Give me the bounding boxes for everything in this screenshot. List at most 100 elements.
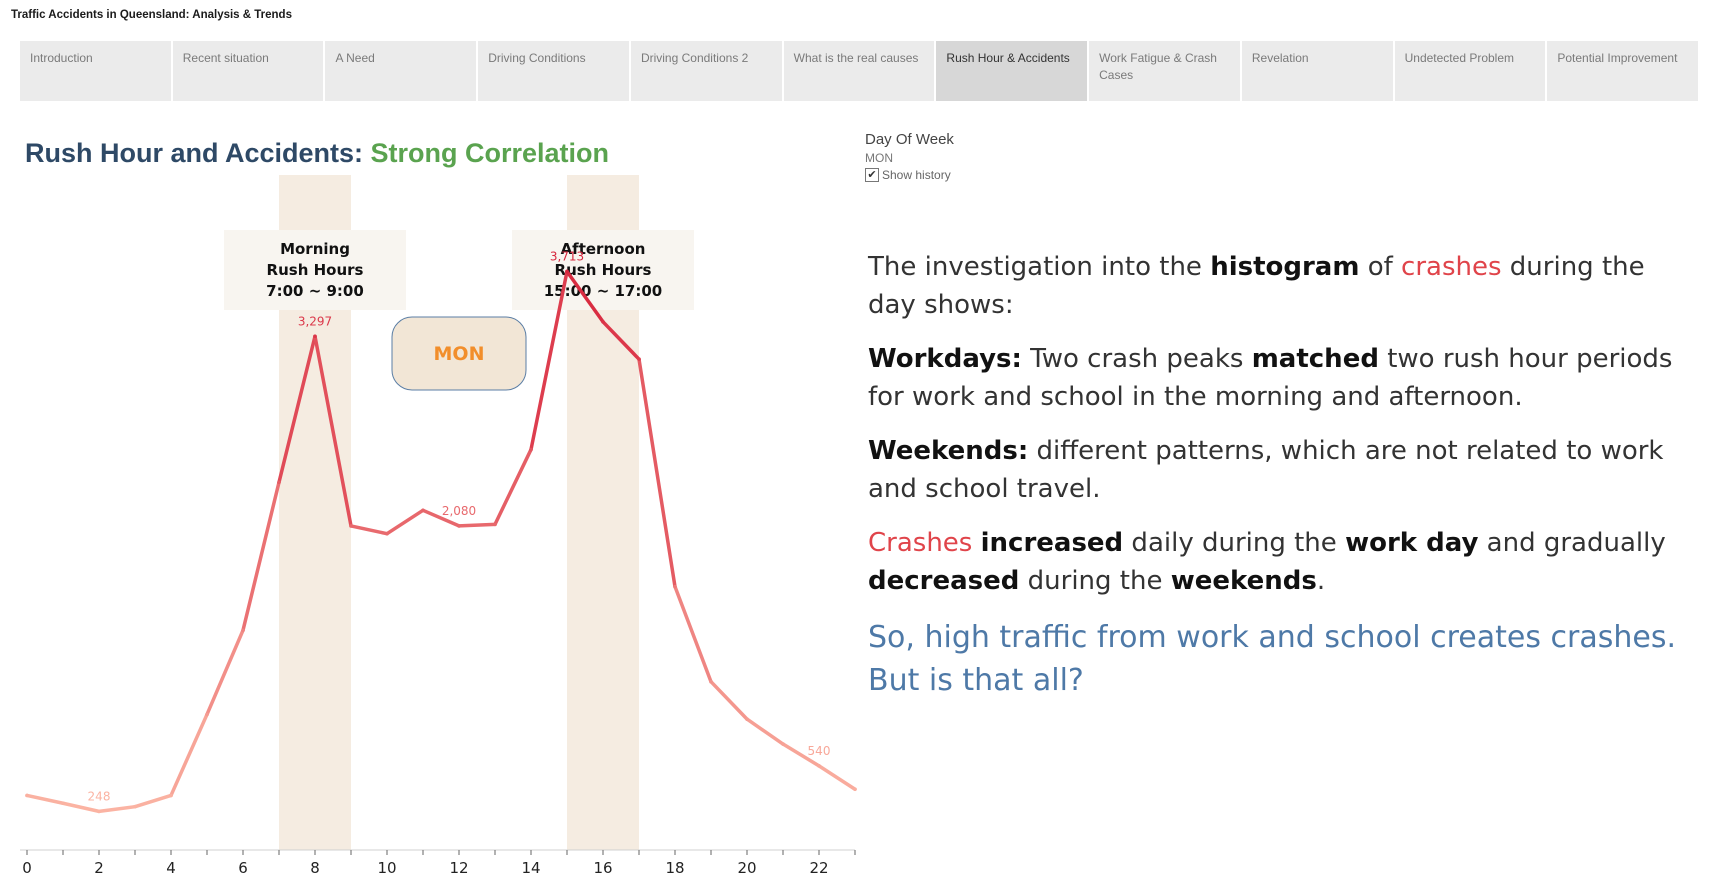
data-point-hour-0 [25,793,29,798]
story-text-segment: decreased [868,566,1020,596]
data-point-hour-22 [817,764,821,768]
story-tab-driving-conditions-2[interactable]: Driving Conditions 2 [630,41,782,101]
data-point-hour-8 [313,334,317,339]
story-text-segment: daily during the [1123,528,1346,558]
story-text: The investigation into the histogram of … [868,248,1688,718]
x-tick-label: 0 [22,859,32,877]
story-tab-rush-hour-accidents[interactable]: Rush Hour & Accidents [936,41,1088,101]
story-text-segment: of [1359,252,1402,282]
data-point-hour-6 [241,628,245,633]
story-tab-potential-improvement[interactable]: Potential Improvement [1547,41,1699,101]
x-tick-label: 12 [449,859,468,877]
story-text-segment: Workdays: [868,344,1022,374]
data-point-hour-2 [97,809,101,814]
story-paragraph-1: The investigation into the histogram of … [868,248,1688,324]
story-text-segment: Two crash peaks [1021,344,1252,374]
data-point-hour-7 [277,480,281,485]
story-text-segment: and gradually [1478,528,1666,558]
line-segment-hour-18 [673,584,713,684]
x-tick-label: 6 [238,859,248,877]
story-tab-introduction[interactable]: Introduction [20,41,171,101]
line-segment-hour-0 [25,793,65,806]
x-tick-label: 10 [377,859,396,877]
story-text-segment: work day [1345,528,1479,558]
filter-label: Day Of Week [865,131,954,148]
line-segment-hour-13 [493,447,533,527]
rush-hour-annotation-line: Rush Hours [267,261,364,279]
story-text-segment: . [1316,566,1326,596]
show-history-label: Show history [882,168,951,182]
line-segment-hour-19 [709,679,749,721]
show-history-toggle[interactable]: ✔ Show history [865,168,954,182]
data-point-hour-23 [853,787,857,792]
data-point-hour-10 [385,531,389,536]
chart-title-accent: Strong Correlation [370,138,610,168]
x-tick-label: 8 [310,859,320,877]
story-text-segment: crashes [1401,252,1502,282]
story-tab-a-need[interactable]: A Need [325,41,477,101]
story-tab-what-is-the-real-causes[interactable]: What is the real causes [783,41,935,101]
hourly-crash-line-chart: MorningRush Hours7:00 ~ 9:00AfternoonRus… [20,175,857,877]
line-segment-hour-2 [97,804,137,814]
rush-hour-annotation-line: 7:00 ~ 9:00 [266,282,364,300]
data-point-hour-19 [709,679,713,684]
line-segment-hour-4 [169,712,209,798]
day-label-text: MON [434,343,485,365]
line-segment-hour-9 [349,524,389,536]
data-point-hour-17 [637,357,641,361]
line-segment-hour-6 [241,480,281,633]
data-label: 248 [88,789,111,803]
x-tick-label: 18 [665,859,684,877]
x-tick-label: 4 [166,859,176,877]
line-segment-hour-1 [61,801,101,814]
data-point-hour-11 [421,508,425,513]
story-tab-driving-conditions[interactable]: Driving Conditions [478,41,629,101]
story-tab-recent-situation[interactable]: Recent situation [172,41,324,101]
data-label: 3,713 [550,249,584,263]
x-tick-label: 16 [593,859,612,877]
story-paragraph-3: Weekends: different patterns, which are … [868,432,1688,508]
data-point-hour-5 [205,712,209,717]
day-of-week-filter: Day Of Week MON ✔ Show history [865,131,954,182]
story-text-segment: weekends [1170,566,1317,596]
story-tab-work-fatigue-crash-cases[interactable]: Work Fatigue & Crash Cases [1089,41,1240,101]
line-segment-hour-10 [385,508,425,536]
line-segment-hour-20 [745,717,785,746]
story-text-segment [972,528,980,558]
story-text-segment: The investigation into the [868,252,1211,282]
data-label: 3,297 [298,314,332,328]
story-tab-revelation[interactable]: Revelation [1241,41,1393,101]
x-tick-label: 22 [809,859,828,877]
line-segment-hour-12 [457,522,497,528]
story-text-segment: Crashes [868,528,973,558]
data-label: 540 [808,744,831,758]
data-point-hour-15 [565,269,569,274]
data-point-hour-14 [529,447,533,452]
filter-value[interactable]: MON [865,151,954,165]
x-tick-label: 14 [521,859,540,877]
story-tab-bar: Introduction Recent situation A Need Drivin… [20,41,1699,101]
line-segment-hour-5 [205,628,245,717]
data-point-hour-13 [493,522,497,527]
story-text-segment: Weekends: [868,436,1029,466]
x-tick-label: 20 [737,859,756,877]
data-point-hour-20 [745,717,749,721]
data-point-hour-9 [349,524,353,528]
story-text-segment: histogram [1210,252,1360,282]
rush-hour-annotation-line: Morning [280,240,350,258]
story-text-segment: during the [1019,566,1171,596]
line-segment-hour-22 [817,764,857,791]
x-tick-label: 2 [94,859,104,877]
chart-title: Rush Hour and Accidents: Strong Correlat… [25,138,609,169]
data-point-hour-12 [457,524,461,528]
data-point-hour-21 [781,742,785,746]
data-point-hour-18 [673,584,677,589]
line-segment-hour-3 [133,793,173,809]
story-conclusion: So, high traffic from work and school cr… [868,620,1676,698]
data-point-hour-16 [601,319,605,324]
story-tab-undetected-problem[interactable]: Undetected Problem [1394,41,1546,101]
data-point-hour-4 [169,793,173,798]
show-history-checkbox[interactable]: ✔ [865,168,879,182]
data-point-hour-1 [61,801,65,806]
story-text-segment: matched [1251,344,1379,374]
